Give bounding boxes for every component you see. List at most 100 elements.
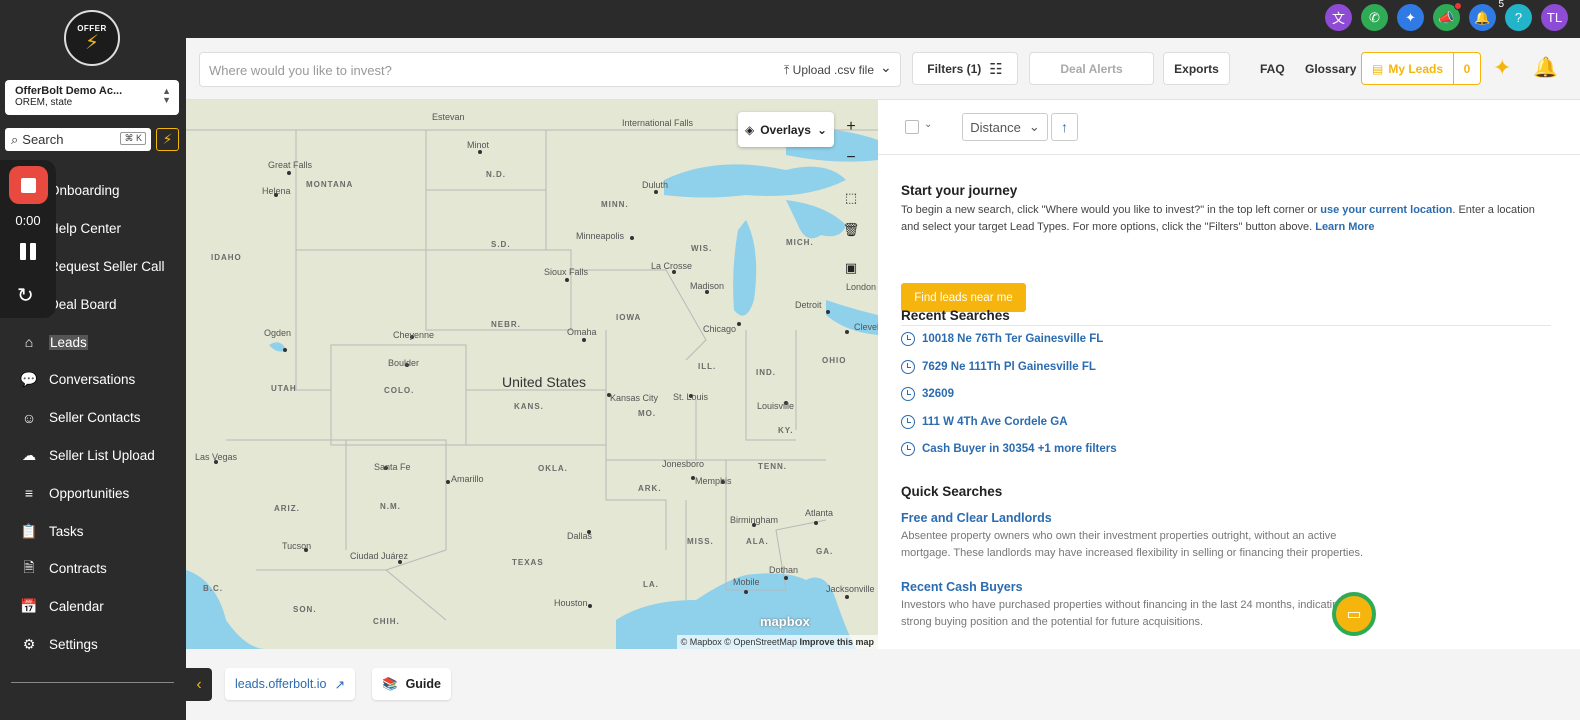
sidebar-item-label: Seller Contacts	[49, 410, 141, 426]
sidebar-item-opportunities[interactable]: ≡ Opportunities	[0, 474, 186, 512]
sidebar-item-contracts[interactable]: 🗎 Contracts	[0, 550, 186, 588]
state-label: COLO.	[384, 386, 415, 395]
current-location-link[interactable]: use your current location	[1320, 204, 1452, 216]
image-icon[interactable]: ▣	[836, 253, 866, 283]
quick-search-title[interactable]: Recent Cash Buyers	[901, 580, 1023, 594]
recent-search-item[interactable]: 111 W 4Th Ave Cordele GA	[901, 414, 1068, 429]
state-label: ALA.	[746, 537, 769, 546]
pause-icon[interactable]	[20, 243, 36, 260]
city-label: Memphis	[695, 476, 732, 486]
sidebar-item-seller-contacts[interactable]: ☺ Seller Contacts	[0, 399, 186, 437]
account-name: OfferBolt Demo Ac...	[15, 85, 123, 97]
recent-search-item[interactable]: Cash Buyer in 30354 +1 more filters	[901, 442, 1117, 457]
overlays-dropdown[interactable]: ◈ Overlays ⌄	[738, 112, 834, 147]
sidebar-search[interactable]: ⌕ Search ⌘ K	[5, 128, 151, 151]
exports-button[interactable]: Exports	[1163, 52, 1230, 85]
results-panel: ⌄ Distance ⌄ ↑ Start your journey To beg…	[878, 100, 1580, 649]
upload-csv-button[interactable]: ⤒ Upload .csv file	[784, 63, 874, 78]
recent-search-label: Cash Buyer in 30354 +1 more filters	[922, 443, 1117, 456]
sidebar-item-label: Calendar	[49, 599, 104, 615]
sidebar-item-calendar[interactable]: 📅 Calendar	[0, 588, 186, 626]
select-all-checkbox[interactable]	[905, 120, 919, 134]
sort-select[interactable]: Distance ⌄	[962, 113, 1048, 141]
city-label: Ogden	[264, 328, 292, 338]
sidebar-item-tasks[interactable]: 📋 Tasks	[0, 512, 186, 550]
chevron-up-down-icon: ▲ ▼	[162, 86, 171, 105]
map-attribution: © Mapbox © OpenStreetMap Improve this ma…	[676, 635, 878, 649]
guide-button[interactable]: 📚 Guide	[372, 668, 451, 700]
phone-icon[interactable]: ✆	[1361, 4, 1388, 31]
city-label: Birmingham	[730, 515, 779, 525]
list-icon: ≡	[24, 485, 34, 502]
city-label: London	[846, 282, 877, 292]
site-link[interactable]: leads.offerbolt.io ↗	[225, 668, 355, 700]
recent-search-item[interactable]: 7629 Ne 111Th Pl Gainesville FL	[901, 359, 1096, 374]
notification-bell-icon[interactable]: 🔔 5	[1469, 0, 1504, 31]
sort-direction-button[interactable]: ↑	[1051, 113, 1078, 141]
draw-polygon-icon[interactable]: ⬚	[836, 183, 866, 213]
city-label: Minot	[467, 140, 490, 150]
map-view[interactable]: MONTANA N.D. MINN. S.D. WIS. MICH. IDAHO NEBR. I…	[186, 100, 878, 649]
state-label: IND.	[756, 368, 776, 377]
sort-label: Distance	[970, 119, 1021, 135]
state-label: UTAH	[271, 384, 297, 393]
deal-alerts-button[interactable]: Deal Alerts	[1029, 52, 1154, 85]
upload-icon: ⤒	[784, 63, 790, 77]
help-icon[interactable]: ?	[1505, 4, 1532, 31]
sidebar: OFFER ⚡ OfferBolt Demo Ac... OREM, state…	[0, 0, 186, 720]
chevron-down-icon[interactable]: ⌄	[924, 119, 932, 130]
filters-button[interactable]: Filters (1) ☷	[912, 52, 1018, 85]
state-label: LA.	[643, 580, 659, 589]
offerbolt-logo[interactable]: OFFER ⚡	[64, 10, 120, 66]
city-label: Chicago	[703, 324, 737, 334]
clock-icon	[901, 414, 915, 429]
recent-search-item[interactable]: 32609	[901, 387, 954, 402]
zoom-in-button[interactable]: +	[836, 112, 866, 142]
city-label: Dothan	[769, 565, 799, 575]
translate-icon[interactable]: 文	[1325, 4, 1352, 31]
state-label: TEXAS	[512, 558, 544, 567]
recent-search-item[interactable]: 10018 Ne 76Th Ter Gainesville FL	[901, 332, 1103, 346]
megaphone-icon[interactable]: 📣	[1433, 2, 1462, 31]
stop-recording-button[interactable]	[9, 166, 48, 204]
chat-widget-button[interactable]: ▭	[1332, 592, 1376, 636]
nav-divider	[11, 682, 174, 683]
sidebar-item-label: Help Center	[49, 221, 122, 237]
quick-search-title[interactable]: Free and Clear Landlords	[901, 511, 1052, 525]
zoom-out-button[interactable]: −	[836, 143, 866, 173]
chevron-down-icon[interactable]: ⌄	[880, 59, 892, 76]
home-icon: ⌂	[24, 334, 34, 351]
ai-sparkle-icon[interactable]: ✦	[1397, 4, 1424, 31]
document-icon: 🗎	[23, 558, 35, 575]
faq-link[interactable]: FAQ	[1260, 62, 1285, 76]
sidebar-item-label: Leads	[49, 334, 88, 350]
overlays-label: Overlays	[760, 122, 811, 137]
glossary-link[interactable]: Glossary	[1305, 62, 1356, 76]
city-label: Sioux Falls	[544, 267, 589, 277]
bolt-icon: ⚡	[84, 31, 100, 54]
state-label: MONTANA	[306, 180, 354, 189]
user-avatar[interactable]: TL	[1541, 4, 1568, 31]
recent-search-label: 111 W 4Th Ave Cordele GA	[922, 415, 1068, 428]
improve-map-link[interactable]: Improve this map	[799, 637, 874, 647]
collapse-sidebar-button[interactable]: ‹	[186, 668, 212, 701]
my-leads-button[interactable]: ▤ My Leads 0	[1361, 52, 1481, 85]
restart-icon[interactable]: ↻	[17, 283, 34, 308]
sidebar-item-seller-list-upload[interactable]: ☁ Seller List Upload	[0, 437, 186, 475]
state-label: ARK.	[638, 484, 662, 493]
sidebar-item-settings[interactable]: ⚙ Settings	[0, 626, 186, 664]
sidebar-item-leads[interactable]: ⌂ Leads	[0, 323, 186, 361]
location-search-input[interactable]: Where would you like to invest? ⤒ Upload…	[199, 52, 901, 87]
state-label: MISS.	[687, 537, 714, 546]
ai-sparkle-icon[interactable]: ✦	[1493, 55, 1511, 81]
attribution-text[interactable]: © Mapbox © OpenStreetMap	[681, 637, 797, 647]
city-label: Helena	[262, 186, 291, 196]
quick-action-bolt-button[interactable]: ⚡	[156, 128, 179, 151]
account-switcher[interactable]: OfferBolt Demo Ac... OREM, state ▲ ▼	[5, 80, 179, 115]
state-label: KY.	[778, 426, 794, 435]
sidebar-item-label: Settings	[49, 636, 98, 652]
learn-more-link[interactable]: Learn More	[1315, 221, 1374, 233]
sidebar-item-conversations[interactable]: 💬 Conversations	[0, 361, 186, 399]
bell-icon[interactable]: 🔔	[1533, 55, 1558, 80]
trash-icon[interactable]: 🗑	[836, 215, 866, 245]
